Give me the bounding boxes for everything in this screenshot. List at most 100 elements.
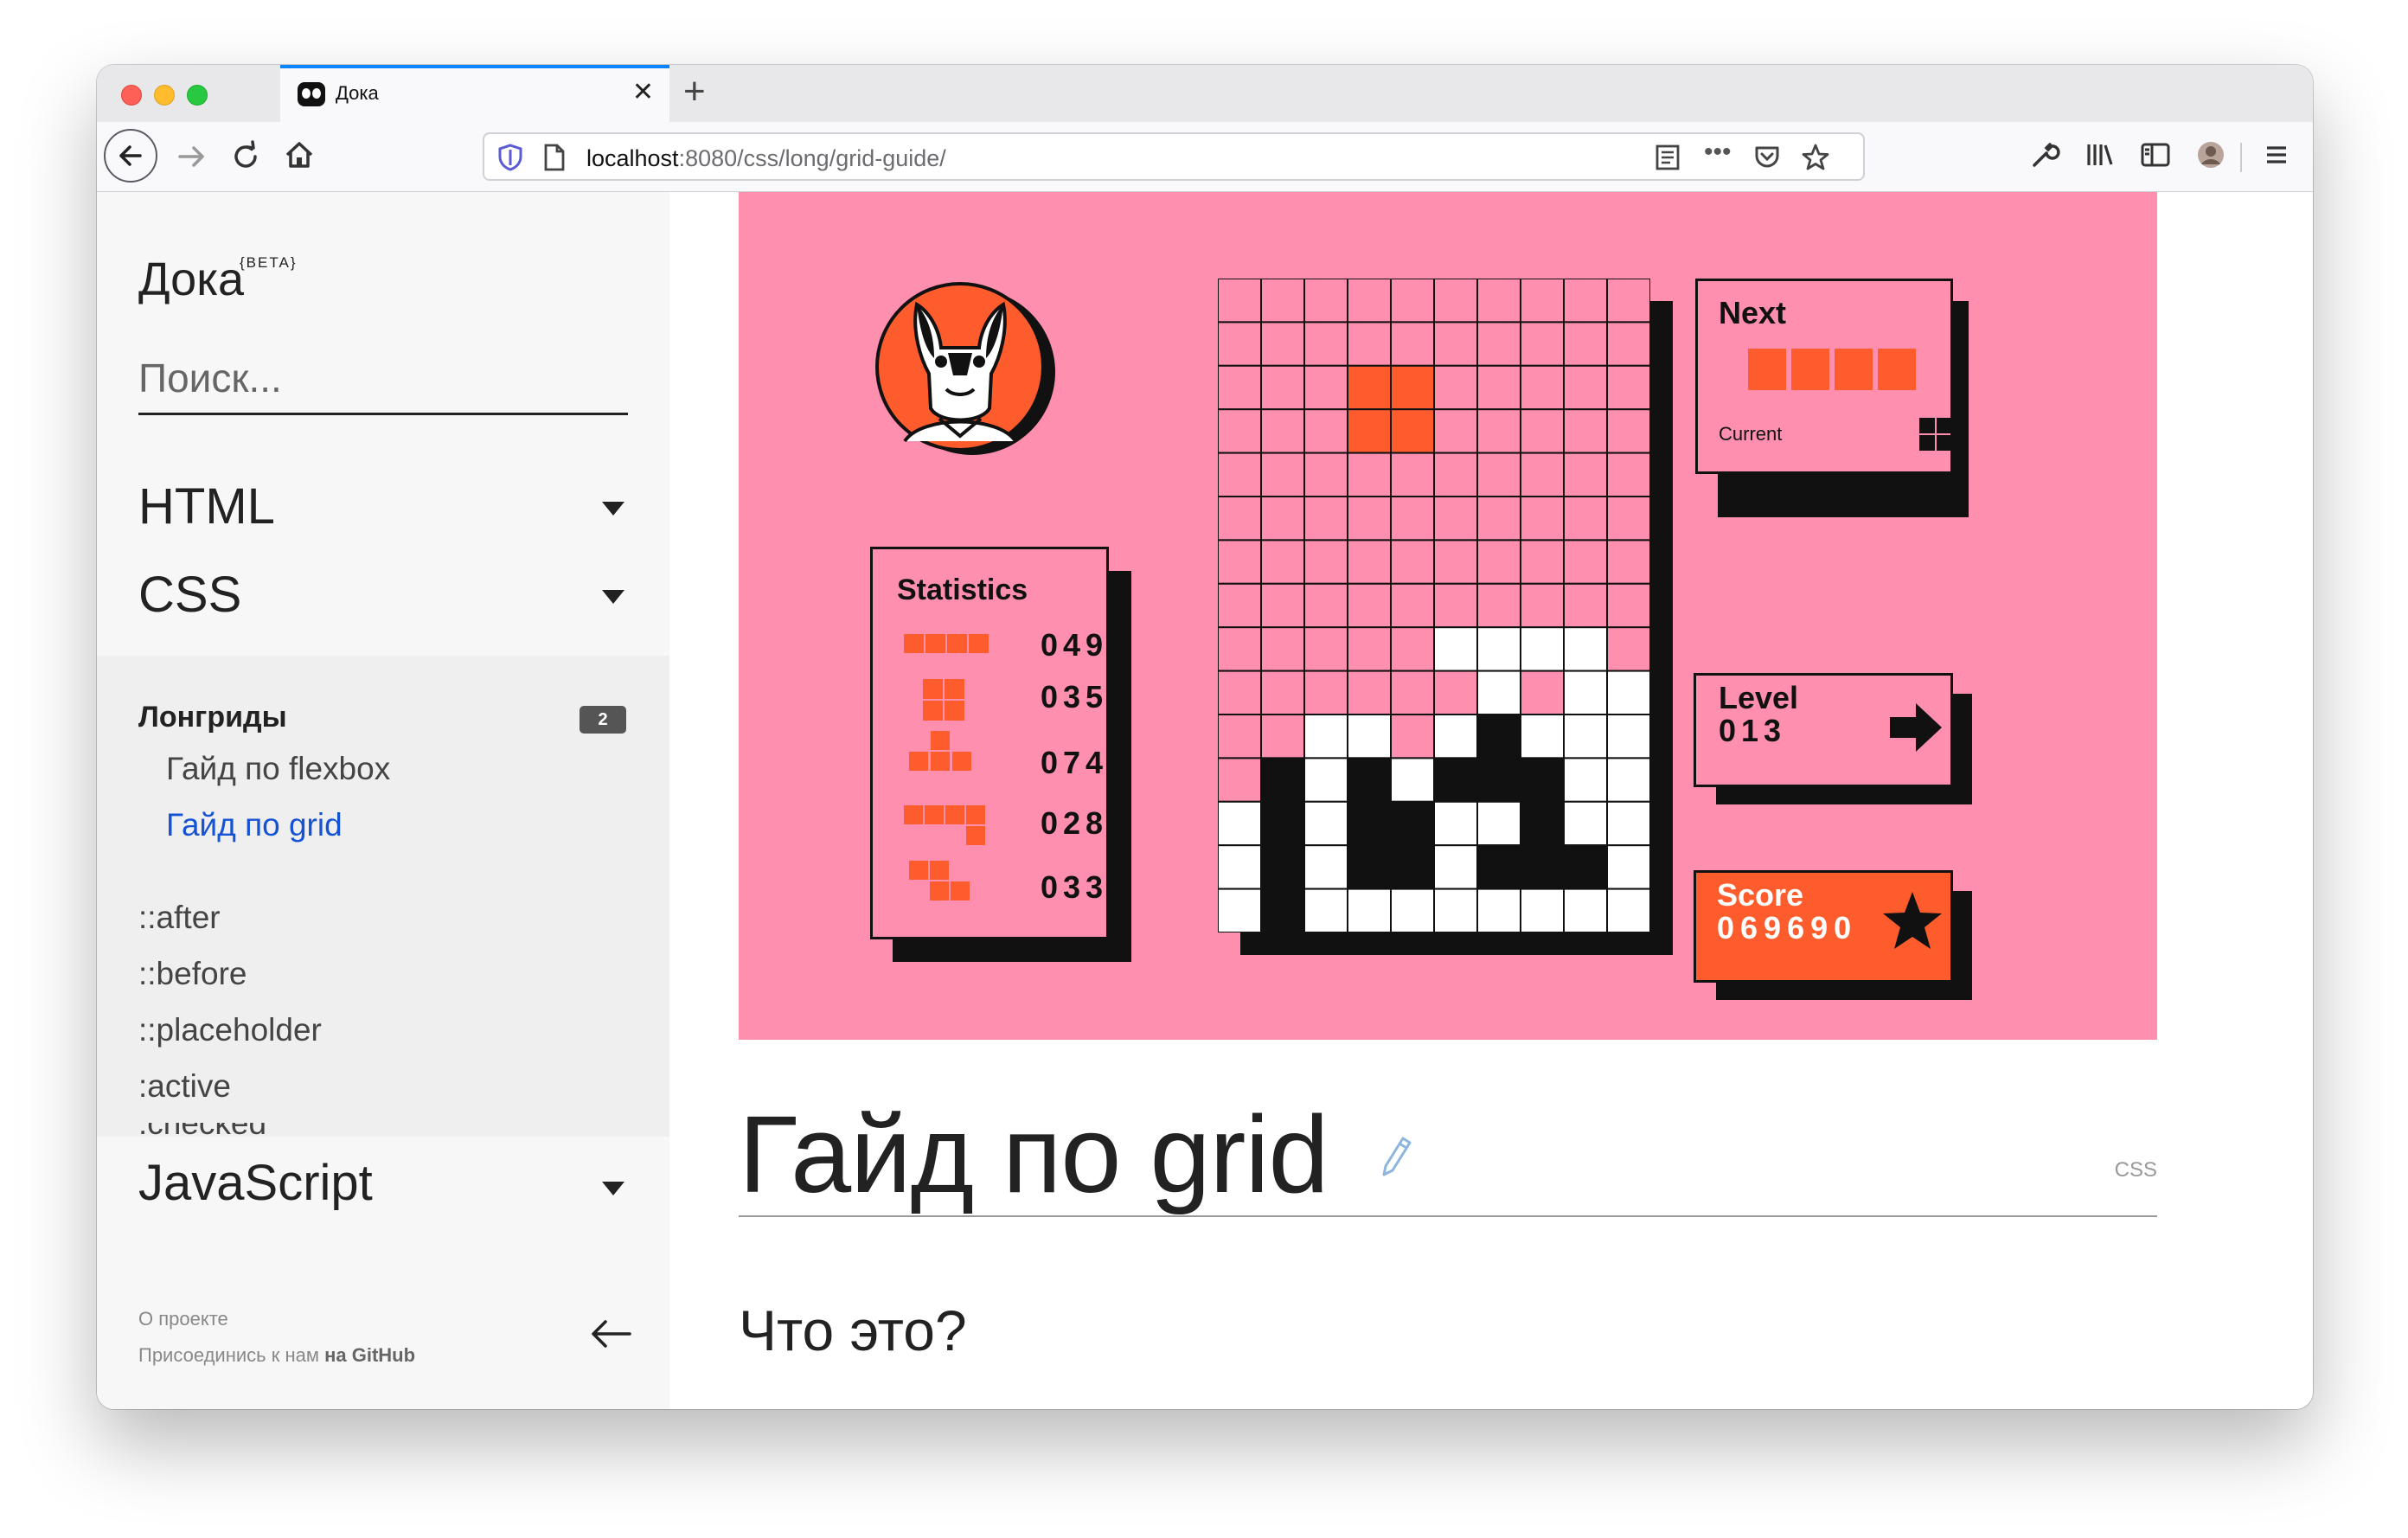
hero-illustration: Statistics 049 035 074 028 033 Next Curr…: [739, 192, 2157, 1040]
board-cell: [1260, 757, 1305, 803]
board-cell: [1390, 714, 1435, 759]
nav-section-html[interactable]: HTML: [138, 477, 275, 535]
board-cell: [1520, 279, 1565, 324]
arrow-right-icon: [1890, 703, 1942, 752]
board-cell: [1563, 582, 1608, 629]
board-cell: [1606, 539, 1650, 585]
tracking-shield-icon[interactable]: [496, 143, 524, 178]
board-cell: [1390, 757, 1435, 803]
forward-arrow-icon[interactable]: [173, 138, 211, 183]
chevron-down-icon[interactable]: [602, 590, 624, 604]
account-avatar[interactable]: [2193, 138, 2228, 180]
toolbar-divider: [2240, 143, 2242, 172]
sidebar-item-checked[interactable]: :checked: [138, 1123, 266, 1137]
board-cell: [1606, 452, 1650, 498]
board-cell: [1347, 844, 1392, 890]
board-cell: [1218, 452, 1262, 498]
github-link[interactable]: на GitHub: [324, 1344, 415, 1366]
home-icon[interactable]: [280, 136, 318, 182]
board-cell: [1433, 800, 1478, 847]
statistics-panel: Statistics 049 035 074 028 033: [870, 547, 1109, 939]
next-label: Next: [1719, 295, 1787, 330]
search-input[interactable]: Поиск...: [138, 346, 628, 415]
section-heading: Что это?: [739, 1298, 967, 1362]
about-link[interactable]: О проекте: [138, 1308, 228, 1330]
url-text[interactable]: localhost:8080/css/long/grid-guide/: [586, 145, 946, 172]
category-tag[interactable]: CSS: [2115, 1158, 2157, 1182]
sidebar-item-grid-guide[interactable]: Гайд по grid: [166, 807, 343, 843]
doka-favicon-icon: [298, 82, 325, 106]
sidebar-item-flexbox-guide[interactable]: Гайд по flexbox: [166, 751, 390, 787]
longreads-heading[interactable]: Лонгриды: [138, 701, 287, 734]
board-cell: [1347, 452, 1392, 498]
library-icon[interactable]: [2083, 138, 2117, 180]
tab-title: Дока: [336, 82, 379, 104]
zoom-window-button[interactable]: [187, 85, 208, 106]
board-cell: [1303, 888, 1348, 932]
title-divider: [739, 1215, 2157, 1217]
site-logo[interactable]: Дока: [138, 253, 244, 306]
browser-window: Дока ✕ + localhost:8080/css/long/grid-gu…: [97, 65, 2313, 1409]
board-cell: [1520, 364, 1565, 411]
address-bar[interactable]: localhost:8080/css/long/grid-guide/ •••: [483, 132, 1865, 181]
board-cell: [1433, 714, 1478, 759]
board-cell: [1476, 844, 1521, 890]
back-button[interactable]: [104, 129, 157, 183]
board-cell: [1606, 800, 1650, 847]
chevron-down-icon[interactable]: [602, 1182, 624, 1195]
board-cell: [1433, 757, 1478, 803]
close-window-button[interactable]: [121, 85, 142, 106]
nav-section-css[interactable]: CSS: [138, 566, 241, 624]
board-cell: [1303, 539, 1348, 585]
tab-close-icon[interactable]: ✕: [632, 77, 654, 107]
sidebar-item-before[interactable]: ::before: [138, 956, 247, 992]
board-cell: [1347, 800, 1392, 847]
board-cell: [1476, 714, 1521, 759]
new-tab-button[interactable]: +: [683, 70, 706, 113]
sidebar-toggle-icon[interactable]: [2138, 138, 2173, 180]
board-cell: [1390, 539, 1435, 585]
board-cell: [1260, 888, 1305, 932]
level-label: Level: [1719, 680, 1799, 715]
board-cell: [1520, 321, 1565, 367]
board-cell: [1520, 844, 1565, 890]
board-cell: [1347, 279, 1392, 324]
board-cell: [1606, 582, 1650, 629]
board-cell: [1390, 364, 1435, 411]
edit-pencil-icon[interactable]: [1379, 1131, 1417, 1189]
board-cell: [1218, 364, 1262, 411]
browser-tab[interactable]: Дока ✕: [280, 65, 669, 122]
sidebar-item-active[interactable]: :active: [138, 1068, 231, 1105]
bookmark-star-icon[interactable]: [1801, 143, 1830, 178]
back-arrow-icon: [119, 145, 142, 166]
board-cell: [1433, 626, 1478, 672]
board-cell: [1563, 321, 1608, 367]
nav-section-javascript[interactable]: JavaScript: [138, 1154, 373, 1212]
board-cell: [1347, 670, 1392, 716]
board-cell: [1563, 800, 1608, 847]
reload-icon[interactable]: [227, 138, 265, 183]
pocket-icon[interactable]: [1752, 143, 1782, 178]
board-cell: [1520, 888, 1565, 932]
sidebar-item-placeholder[interactable]: ::placeholder: [138, 1012, 322, 1048]
board-cell: [1303, 408, 1348, 454]
minimize-window-button[interactable]: [154, 85, 175, 106]
board-cell: [1390, 321, 1435, 367]
more-actions-icon[interactable]: •••: [1704, 138, 1732, 167]
level-panel: Level 013: [1694, 673, 1953, 787]
sidebar-item-after[interactable]: ::after: [138, 900, 221, 936]
next-piece: [1748, 349, 1921, 394]
next-panel: Next Current: [1695, 279, 1953, 474]
board-cell: [1390, 408, 1435, 454]
chevron-down-icon[interactable]: [602, 502, 624, 516]
board-cell: [1433, 321, 1478, 367]
wrench-icon[interactable]: [2027, 138, 2062, 180]
board-cell: [1218, 888, 1262, 932]
reader-view-icon[interactable]: [1654, 143, 1681, 178]
board-cell: [1218, 321, 1262, 367]
collapse-sidebar-arrow-icon[interactable]: [588, 1317, 633, 1355]
board-cell: [1520, 714, 1565, 759]
hamburger-menu-icon[interactable]: [2259, 138, 2294, 180]
board-cell: [1347, 626, 1392, 672]
page-info-icon[interactable]: [541, 143, 567, 178]
